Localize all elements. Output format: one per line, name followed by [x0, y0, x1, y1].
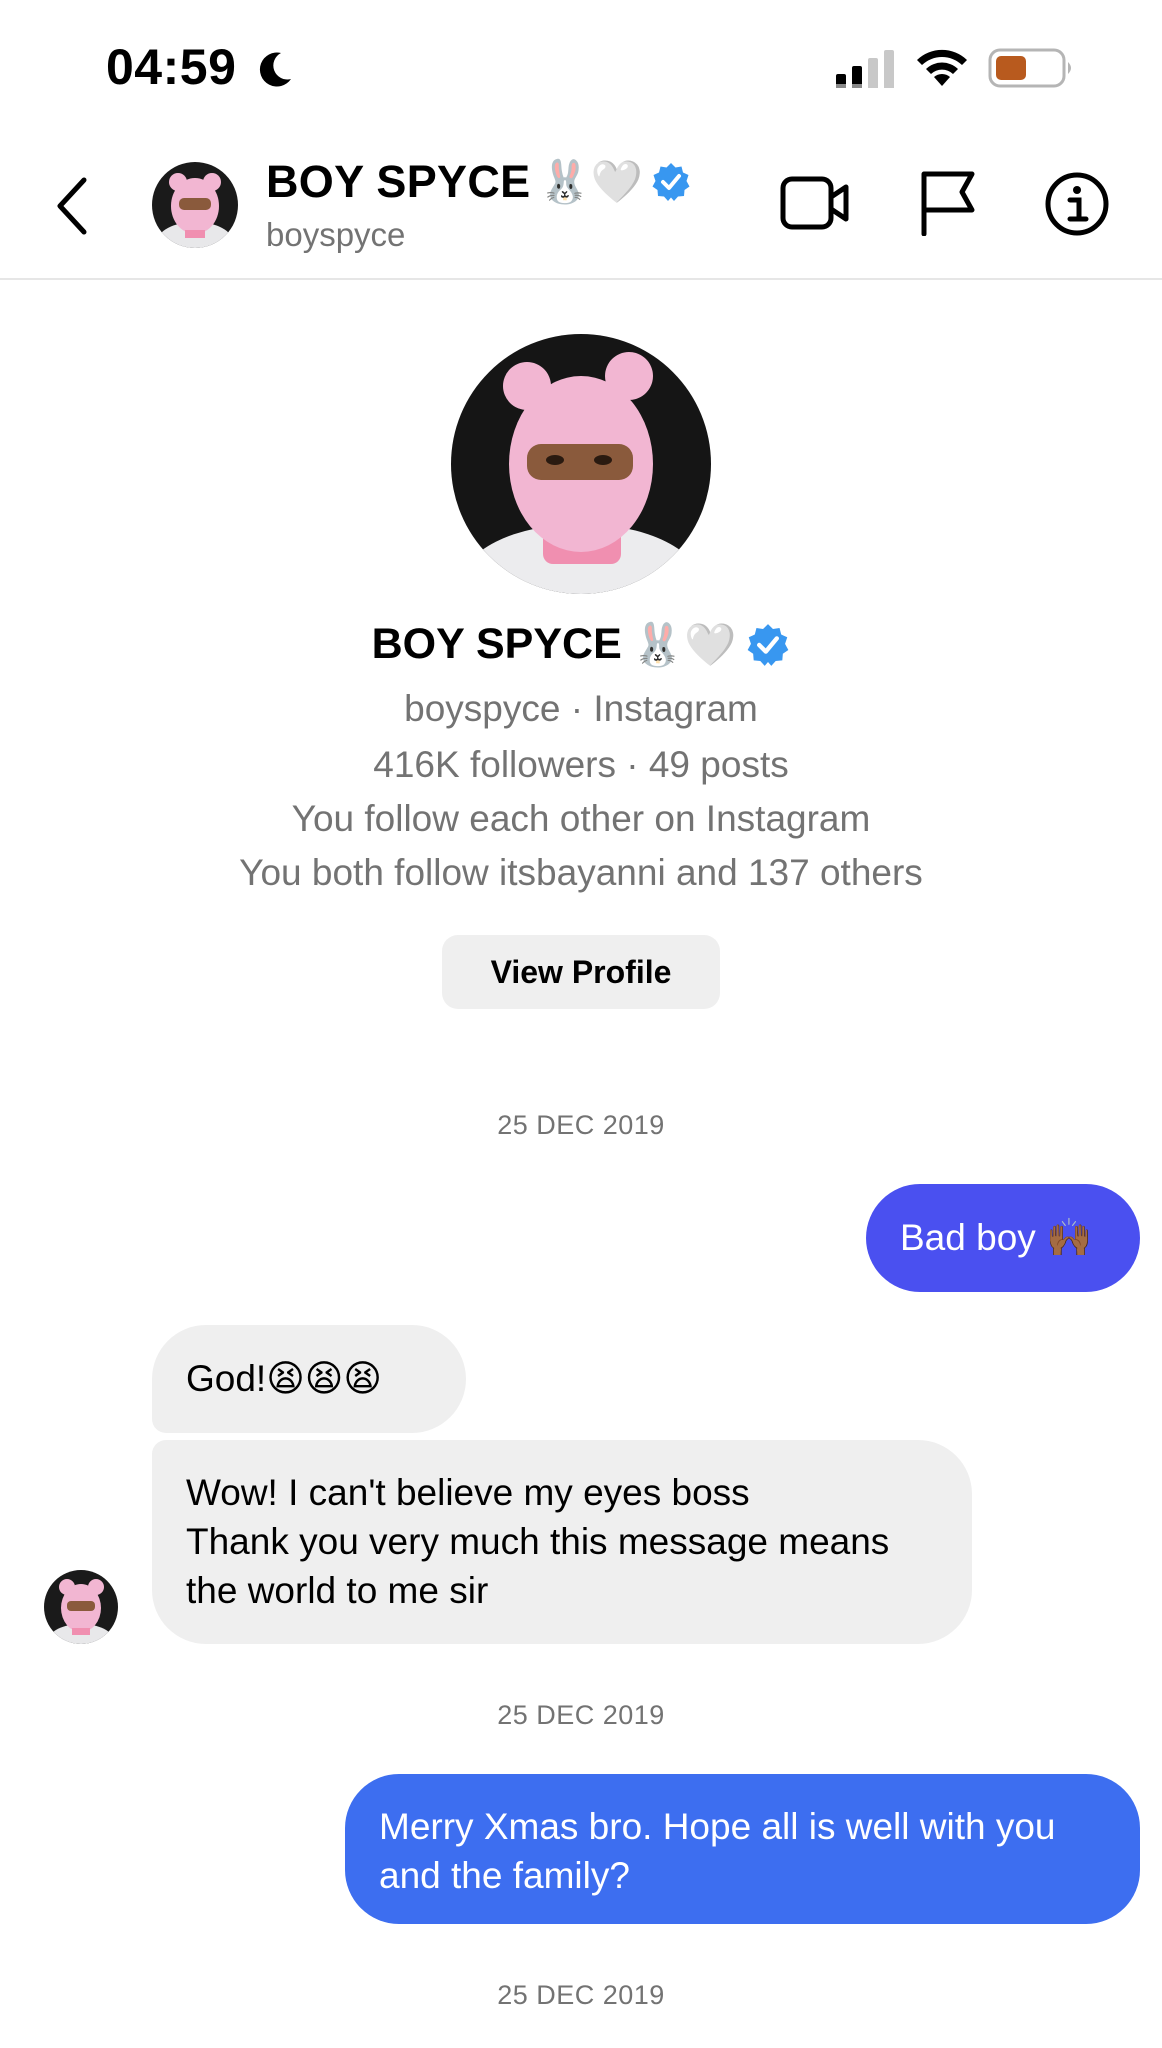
outgoing-message[interactable]: Bad boy 🙌🏾	[866, 1184, 1140, 1292]
verified-badge-icon	[652, 163, 690, 201]
status-time: 04:59	[106, 39, 237, 95]
message-text: Bad boy 🙌🏾	[900, 1217, 1093, 1258]
chat-header: BOY SPYCE 🐰🤍 boyspyce	[0, 136, 1162, 280]
profile-emojis: 🐰🤍	[631, 620, 737, 668]
signal-icon	[836, 50, 894, 88]
battery-icon	[988, 48, 1071, 88]
incoming-message[interactable]: Wow! I can't believe my eyes boss Thank …	[152, 1440, 972, 1644]
view-profile-button[interactable]: View Profile	[442, 935, 720, 1009]
moon-icon	[259, 52, 291, 87]
profile-stats: 416K followers · 49 posts	[373, 744, 789, 785]
message-line: and the family?	[379, 1855, 630, 1896]
info-icon[interactable]	[1044, 171, 1110, 237]
message-line: the world to me sir	[186, 1570, 489, 1611]
profile-name-row: BOY SPYCE 🐰🤍	[0, 620, 1162, 669]
header-avatar[interactable]	[152, 162, 238, 248]
date-separator: 25 DEC 2019	[497, 1700, 665, 1730]
message-line: Thank you very much this message means	[186, 1521, 890, 1562]
message-text: God!😫😫😫	[186, 1358, 382, 1399]
back-icon[interactable]	[52, 174, 92, 238]
profile-name: BOY SPYCE	[371, 620, 622, 668]
header-name: BOY SPYCE	[266, 156, 531, 207]
outgoing-message[interactable]: Merry Xmas bro. Hope all is well with yo…	[345, 1774, 1140, 1924]
date-separator: 25 DEC 2019	[497, 1110, 665, 1140]
header-name-row: BOY SPYCE 🐰🤍	[266, 156, 691, 208]
incoming-message[interactable]: God!😫😫😫	[152, 1325, 466, 1433]
sender-avatar[interactable]	[44, 1570, 118, 1644]
video-call-icon[interactable]	[780, 173, 850, 233]
message-line: Merry Xmas bro. Hope all is well with yo…	[379, 1806, 1056, 1847]
chat-screen: 04:59 BOY SPYCE 🐰🤍 boyspyce BOY SPYCE 🐰🤍…	[0, 0, 1162, 2048]
verified-badge-icon	[748, 623, 789, 666]
profile-follow-status: You follow each other on Instagram	[291, 798, 871, 839]
wifi-icon	[917, 49, 967, 86]
header-emojis: 🐰🤍	[538, 158, 644, 205]
profile-platform: boyspyce · Instagram	[404, 688, 758, 729]
flag-icon[interactable]	[918, 170, 976, 236]
battery-fill	[996, 56, 1026, 80]
date-separator: 25 DEC 2019	[497, 1980, 665, 2010]
profile-avatar[interactable]	[451, 334, 711, 594]
message-line: Wow! I can't believe my eyes boss	[186, 1472, 750, 1513]
header-username: boyspyce	[266, 216, 406, 253]
profile-mutual-follows: You both follow itsbayanni and 137 other…	[239, 852, 923, 893]
